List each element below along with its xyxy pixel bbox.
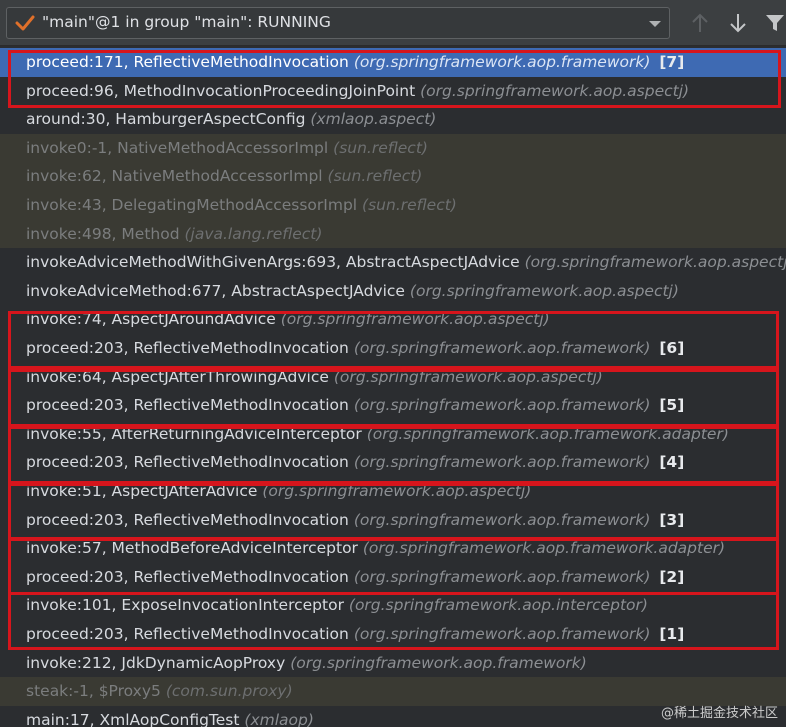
- stack-frame-row[interactable]: proceed:171, ReflectiveMethodInvocation …: [0, 48, 786, 77]
- frame-method: invoke:498, Method: [26, 224, 180, 243]
- stack-frame-row[interactable]: proceed:203, ReflectiveMethodInvocation …: [0, 563, 786, 592]
- frame-package: (org.springframework.aop.framework): [353, 625, 651, 643]
- frame-method: around:30, HamburgerAspectConfig: [26, 110, 306, 129]
- thread-selector[interactable]: "main"@1 in group "main": RUNNING: [6, 7, 670, 39]
- stack-frame-row[interactable]: invoke:498, Method (java.lang.reflect): [0, 219, 786, 249]
- frame-method: invoke:74, AspectJAroundAdvice: [26, 310, 276, 329]
- frame-package: (xmlaop.aspect): [310, 110, 437, 129]
- frame-index-label: [3]: [659, 510, 685, 529]
- arrow-up-icon[interactable]: [690, 12, 710, 34]
- frame-package: (java.lang.reflect): [184, 224, 323, 243]
- frame-method: steak:-1, $Proxy5: [26, 682, 161, 701]
- frame-method: proceed:96, MethodInvocationProceedingJo…: [26, 81, 416, 100]
- stack-frame-row[interactable]: invoke:212, JdkDynamicAopProxy (org.spri…: [0, 649, 786, 678]
- frame-method: invoke:57, MethodBeforeAdviceInterceptor: [26, 539, 358, 558]
- frame-method: invokeAdviceMethod:677, AbstractAspectJA…: [26, 281, 405, 300]
- frame-method: proceed:203, ReflectiveMethodInvocation: [26, 567, 349, 586]
- stack-frame-row[interactable]: proceed:203, ReflectiveMethodInvocation …: [0, 334, 786, 363]
- frame-method: invoke:101, ExposeInvocationInterceptor: [26, 596, 344, 615]
- frame-method: invoke:43, DelegatingMethodAccessorImpl: [26, 196, 358, 214]
- frame-package: (org.springframework.aop.aspectj): [409, 281, 679, 300]
- frame-package: (org.springframework.aop.framework): [353, 53, 651, 71]
- frame-package: (org.springframework.aop.framework): [353, 396, 651, 415]
- frames-list: proceed:171, ReflectiveMethodInvocation …: [0, 47, 786, 727]
- frame-index-label: [7]: [659, 53, 685, 71]
- frame-package: (org.springframework.aop.framework): [353, 510, 651, 529]
- stack-frame-row[interactable]: proceed:203, ReflectiveMethodInvocation …: [0, 448, 786, 477]
- frame-method: proceed:203, ReflectiveMethodInvocation: [26, 510, 349, 529]
- stack-frame-row[interactable]: invoke:57, MethodBeforeAdviceInterceptor…: [0, 534, 786, 563]
- frame-method: invoke:51, AspectJAfterAdvice: [26, 482, 258, 500]
- arrow-down-icon[interactable]: [728, 12, 748, 34]
- frame-index-label: [2]: [659, 567, 685, 586]
- stack-frame-row[interactable]: invoke:101, ExposeInvocationInterceptor …: [0, 591, 786, 620]
- frame-package: (sun.reflect): [333, 138, 428, 157]
- frame-package: (org.springframework.aop.interceptor): [348, 596, 648, 615]
- stack-frame-row[interactable]: proceed:203, ReflectiveMethodInvocation …: [0, 506, 786, 535]
- stack-frame-row[interactable]: invokeAdviceMethodWithGivenArgs:693, Abs…: [0, 248, 786, 277]
- stack-frame-row[interactable]: invoke:74, AspectJAroundAdvice (org.spri…: [0, 305, 786, 334]
- watermark: @稀土掘金技术社区: [660, 706, 778, 721]
- stack-frame-row[interactable]: around:30, HamburgerAspectConfig (xmlaop…: [0, 105, 786, 134]
- frame-index-label: [5]: [659, 396, 685, 415]
- frame-index-label: [1]: [659, 625, 685, 643]
- stack-frame-row[interactable]: invoke:62, NativeMethodAccessorImpl (sun…: [0, 162, 786, 191]
- frame-package: (org.springframework.aop.aspectj): [333, 367, 603, 386]
- filter-icon[interactable]: [765, 12, 785, 34]
- frame-package: (org.springframework.aop.framework.adapt…: [366, 424, 729, 443]
- chevron-down-icon[interactable]: [648, 19, 662, 29]
- stack-frame-row[interactable]: invokeAdviceMethod:677, AbstractAspectJA…: [0, 277, 786, 306]
- stack-frame-row[interactable]: invoke0:-1, NativeMethodAccessorImpl (su…: [0, 133, 786, 163]
- frame-package: (org.springframework.aop.aspectj): [280, 310, 550, 329]
- frame-method: proceed:203, ReflectiveMethodInvocation: [26, 625, 349, 643]
- frame-index-label: [4]: [659, 453, 685, 472]
- frame-package: (org.springframework.aop.framework.adapt…: [362, 539, 726, 558]
- stack-frame-row[interactable]: proceed:203, ReflectiveMethodInvocation …: [0, 620, 786, 649]
- frame-method: invoke:55, AfterReturningAdviceIntercept…: [26, 424, 362, 443]
- stack-frame-row[interactable]: proceed:203, ReflectiveMethodInvocation …: [0, 391, 786, 420]
- stack-frame-row[interactable]: invoke:51, AspectJAfterAdvice (org.sprin…: [0, 477, 786, 506]
- debugger-toolbar: "main"@1 in group "main": RUNNING: [0, 0, 786, 46]
- frame-method: invokeAdviceMethodWithGivenArgs:693, Abs…: [26, 253, 520, 272]
- frame-method: proceed:203, ReflectiveMethodInvocation: [26, 339, 349, 357]
- frame-method: invoke0:-1, NativeMethodAccessorImpl: [26, 138, 329, 157]
- frame-index-label: [6]: [659, 339, 685, 357]
- frame-package: (org.springframework.aop.framework): [290, 653, 587, 672]
- frame-package: (org.springframework.aop.aspectj): [262, 482, 532, 500]
- frame-package: (sun.reflect): [327, 167, 423, 186]
- frame-package: (sun.reflect): [362, 196, 457, 214]
- frame-package: (com.sun.proxy): [165, 682, 293, 701]
- frame-package: (org.springframework.aop.aspectj): [524, 253, 786, 272]
- frame-method: invoke:62, NativeMethodAccessorImpl: [26, 167, 323, 186]
- frame-method: proceed:203, ReflectiveMethodInvocation: [26, 453, 349, 472]
- stack-frame-row[interactable]: invoke:55, AfterReturningAdviceIntercept…: [0, 420, 786, 449]
- frame-method: proceed:203, ReflectiveMethodInvocation: [26, 396, 349, 415]
- thread-status-label: "main"@1 in group "main": RUNNING: [42, 13, 331, 31]
- frame-method: invoke:212, JdkDynamicAopProxy: [26, 653, 286, 672]
- stack-frame-row[interactable]: proceed:96, MethodInvocationProceedingJo…: [0, 77, 786, 106]
- check-icon: [15, 15, 35, 31]
- stack-frame-row[interactable]: invoke:64, AspectJAfterThrowingAdvice (o…: [0, 363, 786, 392]
- frame-package: (org.springframework.aop.framework): [353, 453, 651, 472]
- frame-package: (org.springframework.aop.aspectj): [420, 81, 690, 100]
- frame-package: (xmlaop): [244, 710, 314, 727]
- frame-method: proceed:171, ReflectiveMethodInvocation: [26, 53, 349, 71]
- stack-frame-row[interactable]: invoke:43, DelegatingMethodAccessorImpl …: [0, 191, 786, 220]
- frame-package: (org.springframework.aop.framework): [353, 339, 651, 357]
- frame-method: main:17, XmlAopConfigTest: [26, 710, 240, 727]
- frame-package: (org.springframework.aop.framework): [353, 567, 651, 586]
- frame-method: invoke:64, AspectJAfterThrowingAdvice: [26, 367, 329, 386]
